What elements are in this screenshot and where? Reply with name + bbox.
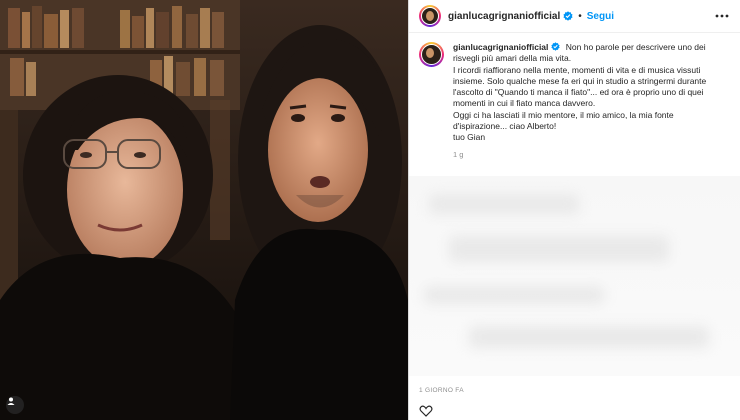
verified-badge-icon [563, 11, 573, 21]
post-header: gianlucagrignaniofficial • Segui [409, 0, 740, 33]
caption-verified-icon [551, 42, 561, 52]
more-options-icon[interactable] [714, 9, 730, 23]
separator-dot: • [578, 10, 582, 22]
action-bar [419, 404, 433, 418]
header-username[interactable]: gianlucagrignaniofficial [448, 11, 560, 22]
caption-block: gianlucagrignaniofficial Non ho parole p… [409, 33, 740, 159]
follow-button[interactable]: Segui [587, 11, 614, 22]
caption-wrap: gianlucagrignaniofficial Non ho parole p… [453, 42, 723, 159]
caption-avatar[interactable] [419, 42, 444, 67]
caption-text: Non ho parole per descrivere uno dei ris… [453, 42, 707, 143]
heart-icon[interactable] [419, 404, 433, 418]
avatar[interactable] [419, 5, 441, 27]
post-video[interactable] [0, 0, 408, 420]
post-date: 1 GIORNO FA [419, 387, 464, 394]
user-tag-icon[interactable] [6, 396, 24, 414]
caption-time: 1 g [453, 149, 464, 159]
caption: gianlucagrignaniofficial Non ho parole p… [453, 42, 723, 144]
comments-area [409, 176, 740, 376]
caption-username[interactable]: gianlucagrignaniofficial [453, 42, 548, 52]
instagram-post: gianlucagrignaniofficial • Segui gianluc… [0, 0, 740, 420]
video-frame [0, 0, 408, 420]
post-sidebar: gianlucagrignaniofficial • Segui gianluc… [408, 0, 740, 420]
